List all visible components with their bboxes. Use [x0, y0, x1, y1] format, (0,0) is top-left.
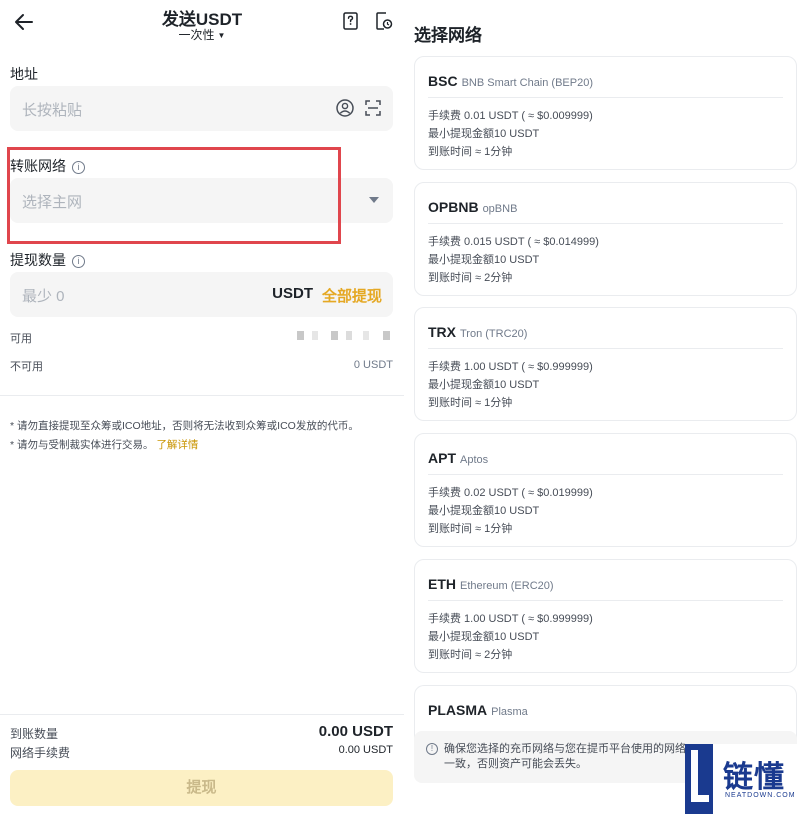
receive-amount-label: 到账数量: [10, 727, 59, 741]
network-min-withdraw: 最小提现金额10 USDT: [428, 254, 540, 266]
watermark-cn: 链懂: [723, 760, 785, 795]
network-code: OPBNB opBNB: [428, 199, 518, 215]
help-book-icon[interactable]: [342, 12, 360, 30]
amount-label: 提现数量 i: [10, 250, 85, 270]
network-option-opbnb[interactable]: OPBNB opBNB 手续费 0.015 USDT ( ≈ $0.014999)…: [414, 182, 797, 296]
network-fullname: Plasma: [491, 706, 528, 718]
network-fullname: Tron (TRC20): [460, 328, 528, 340]
network-fee: 手续费 0.01 USDT ( ≈ $0.009999): [428, 110, 593, 122]
network-fee-value: 0.00 USDT: [338, 744, 393, 756]
network-fee: 手续费 0.015 USDT ( ≈ $0.014999): [428, 236, 599, 248]
network-arrival-time: 到账时间 ≈ 1分钟: [428, 523, 513, 535]
amount-placeholder: 最少 0: [22, 288, 65, 305]
divider: [0, 714, 404, 715]
divider: [0, 395, 404, 396]
withdraw-all-button[interactable]: 全部提现: [322, 285, 382, 306]
network-code: APT Aptos: [428, 450, 489, 466]
network-fee-label: 网络手续费: [10, 746, 71, 760]
caret-down-icon: ▼: [217, 31, 226, 40]
card-divider: [428, 223, 783, 224]
network-code: PLASMA Plasma: [428, 702, 528, 718]
network-code: ETH Ethereum (ERC20): [428, 576, 554, 592]
network-option-apt[interactable]: APT Aptos 手续费 0.02 USDT ( ≈ $0.019999) 最小…: [414, 433, 797, 547]
card-divider: [428, 474, 783, 475]
withdraw-form-panel: 发送USDT 一次性 ▼ 地址 长按粘贴 转账网络 i 选择主网 提现数量 i …: [0, 0, 404, 814]
network-fee: 手续费 0.02 USDT ( ≈ $0.019999): [428, 487, 593, 499]
address-book-icon[interactable]: [335, 98, 355, 118]
unavailable-label: 不可用: [10, 361, 43, 373]
warning-info-icon: !: [426, 743, 438, 755]
info-icon[interactable]: i: [72, 161, 85, 174]
network-code: BSC BNB Smart Chain (BEP20): [428, 73, 593, 89]
withdraw-submit-button[interactable]: 提现: [10, 770, 393, 806]
redacted-block: [363, 331, 369, 340]
redacted-block: [346, 331, 352, 340]
unavailable-value: 0 USDT: [353, 359, 393, 371]
network-option-trx[interactable]: TRX Tron (TRC20) 手续费 1.00 USDT ( ≈ $0.999…: [414, 307, 797, 421]
network-fullname: Ethereum (ERC20): [460, 580, 554, 592]
network-min-withdraw: 最小提现金额10 USDT: [428, 631, 540, 643]
network-fee: 手续费 1.00 USDT ( ≈ $0.999999): [428, 361, 593, 373]
watermark-en: NEATDOWN.COM: [725, 792, 796, 799]
amount-input[interactable]: 最少 0 USDT 全部提现: [10, 272, 393, 317]
network-min-withdraw: 最小提现金额10 USDT: [428, 379, 540, 391]
learn-more-link[interactable]: 了解详情: [156, 439, 198, 451]
network-label: 转账网络 i: [10, 156, 85, 176]
network-arrival-time: 到账时间 ≈ 2分钟: [428, 272, 513, 284]
top-bar: 发送USDT 一次性 ▼: [0, 0, 404, 50]
watermark-logo: 链懂 NEATDOWN.COM: [685, 744, 800, 814]
address-input[interactable]: 长按粘贴: [10, 86, 393, 131]
redacted-block: [331, 331, 338, 340]
address-label: 地址: [10, 66, 38, 82]
network-arrival-time: 到账时间 ≈ 1分钟: [428, 397, 513, 409]
network-fullname: BNB Smart Chain (BEP20): [461, 77, 593, 89]
network-arrival-time: 到账时间 ≈ 2分钟: [428, 649, 513, 661]
network-label-text: 转账网络: [10, 158, 66, 174]
network-min-withdraw: 最小提现金额10 USDT: [428, 128, 540, 140]
redacted-block: [383, 331, 390, 340]
network-select[interactable]: 选择主网: [10, 178, 393, 223]
notice-sanctions: * 请勿与受制裁实体进行交易。 了解详情: [10, 437, 198, 452]
notice-ico: * 请勿直接提现至众筹或ICO地址，否则将无法收到众筹或ICO发放的代币。: [10, 420, 359, 432]
available-label: 可用: [10, 333, 32, 345]
network-arrival-time: 到账时间 ≈ 1分钟: [428, 146, 513, 158]
redacted-block: [312, 331, 318, 340]
network-option-bsc[interactable]: BSC BNB Smart Chain (BEP20) 手续费 0.01 USDT…: [414, 56, 797, 170]
warning-text: 确保您选择的充币网络与您在提币平台使用的网络一致，否则资产可能会丢失。: [444, 743, 686, 770]
card-divider: [428, 97, 783, 98]
network-option-eth[interactable]: ETH Ethereum (ERC20) 手续费 1.00 USDT ( ≈ $0…: [414, 559, 797, 673]
history-icon[interactable]: [375, 12, 393, 30]
address-placeholder: 长按粘贴: [22, 102, 83, 119]
network-panel-title: 选择网络: [414, 26, 482, 45]
notice-sanctions-text: * 请勿与受制裁实体进行交易。: [10, 439, 154, 451]
receive-amount-value: 0.00 USDT: [318, 723, 393, 740]
amount-label-text: 提现数量: [10, 252, 66, 268]
network-code: TRX Tron (TRC20): [428, 324, 528, 340]
network-selection-panel: 选择网络 BSC BNB Smart Chain (BEP20) 手续费 0.01…: [404, 0, 800, 814]
network-fullname: opBNB: [482, 203, 518, 215]
redacted-block: [297, 331, 304, 340]
card-divider: [428, 600, 783, 601]
network-fullname: Aptos: [460, 454, 489, 466]
dropdown-caret-icon: [369, 197, 379, 203]
mode-label: 一次性: [178, 28, 215, 42]
info-icon[interactable]: i: [72, 255, 85, 268]
logo-mark-icon: [685, 744, 713, 814]
network-placeholder: 选择主网: [22, 194, 83, 211]
network-fee: 手续费 1.00 USDT ( ≈ $0.999999): [428, 613, 593, 625]
scan-qr-icon[interactable]: [363, 98, 383, 118]
amount-unit: USDT: [272, 285, 313, 302]
card-divider: [428, 348, 783, 349]
network-min-withdraw: 最小提现金额10 USDT: [428, 505, 540, 517]
